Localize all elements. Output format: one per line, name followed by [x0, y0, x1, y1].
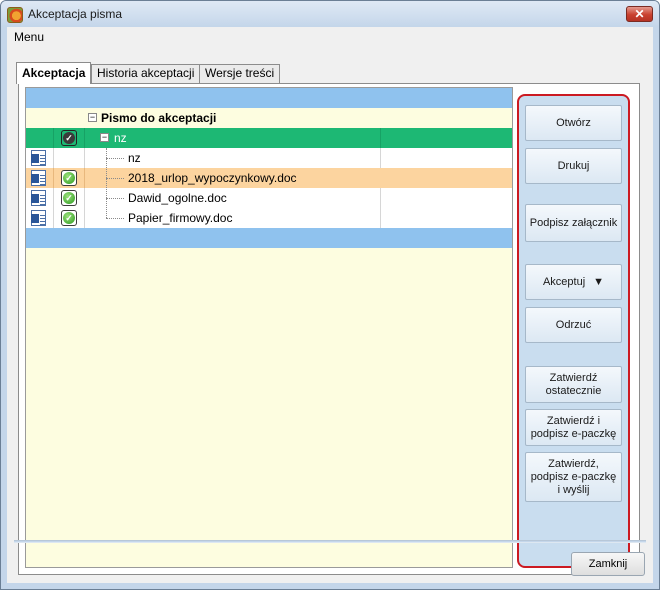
approve-sign-send-button[interactable]: Zatwierdź, podpisz e-paczkę i wyślij — [525, 452, 622, 502]
sign-attachment-button[interactable]: Podpisz załącznik — [525, 204, 622, 242]
tab-historia-akceptacji[interactable]: Historia akceptacji — [91, 64, 201, 83]
collapse-group-icon[interactable]: − — [100, 133, 109, 142]
tree-row-label: nz — [128, 151, 141, 165]
main-window: Akceptacja pisma ✕ Menu Akceptacja Histo… — [0, 0, 660, 590]
tree-group-label: nz — [114, 131, 127, 145]
accept-button[interactable]: Akceptuj ▼ — [525, 264, 622, 300]
close-dialog-button[interactable]: Zamknij — [571, 552, 645, 576]
app-logo-icon — [7, 7, 23, 23]
tree-root-row[interactable]: − Pismo do akceptacji — [26, 108, 512, 128]
checked-icon[interactable]: ✓ — [61, 190, 77, 206]
checked-icon[interactable]: ✓ — [61, 210, 77, 226]
open-button[interactable]: Otwórz — [525, 105, 622, 141]
reject-button[interactable]: Odrzuć — [525, 307, 622, 343]
tab-panel-akceptacja: − Pismo do akceptacji ✓ − nz nz ✓ 2018_u… — [18, 83, 640, 575]
tree-row[interactable]: ✓ Dawid_ogolne.doc — [26, 188, 512, 208]
collapse-root-icon[interactable]: − — [88, 113, 97, 122]
approve-sign-button[interactable]: Zatwierdź i podpisz e-paczkę — [525, 409, 622, 446]
close-window-button[interactable]: ✕ — [626, 6, 653, 22]
accept-label: Akceptuj — [542, 275, 586, 288]
tree-header-bar — [26, 88, 512, 108]
menu-bar: Menu — [7, 27, 653, 47]
client-area: Akceptacja Historia akceptacji Wersje tr… — [7, 47, 653, 583]
word-doc-icon — [31, 150, 46, 166]
dropdown-arrow-icon[interactable]: ▼ — [593, 276, 604, 289]
title-bar[interactable]: Akceptacja pisma ✕ — [1, 1, 659, 27]
window-title: Akceptacja pisma — [28, 7, 123, 21]
print-button[interactable]: Drukuj — [525, 148, 622, 184]
tab-wersje-tresci[interactable]: Wersje treści — [199, 64, 281, 83]
tree-row-label: Dawid_ogolne.doc — [128, 191, 227, 205]
tree-group-row[interactable]: ✓ − nz — [26, 128, 512, 148]
approve-final-button[interactable]: Zatwierdź ostatecznie — [525, 366, 622, 403]
tree-root-label: Pismo do akceptacji — [101, 111, 217, 125]
tree-row[interactable]: ✓ 2018_urlop_wypoczynkowy.doc — [26, 168, 512, 188]
tree-row-label: Papier_firmowy.doc — [128, 211, 233, 225]
tree-row[interactable]: ✓ Papier_firmowy.doc — [26, 208, 512, 228]
word-doc-icon — [31, 170, 46, 186]
tree-row[interactable]: nz — [26, 148, 512, 168]
footer-separator — [14, 540, 646, 543]
action-panel: Otwórz Drukuj Podpisz załącznik Akceptuj… — [517, 94, 630, 568]
word-doc-icon — [31, 190, 46, 206]
menu-item-menu[interactable]: Menu — [14, 30, 44, 44]
tree-footer-bar — [26, 228, 512, 248]
document-tree: − Pismo do akceptacji ✓ − nz nz ✓ 2018_u… — [25, 87, 513, 568]
tab-akceptacja[interactable]: Akceptacja — [16, 62, 92, 84]
word-doc-icon — [31, 210, 46, 226]
checked-icon[interactable]: ✓ — [61, 170, 77, 186]
tree-row-label: 2018_urlop_wypoczynkowy.doc — [128, 171, 297, 185]
group-check-icon[interactable]: ✓ — [61, 130, 77, 146]
